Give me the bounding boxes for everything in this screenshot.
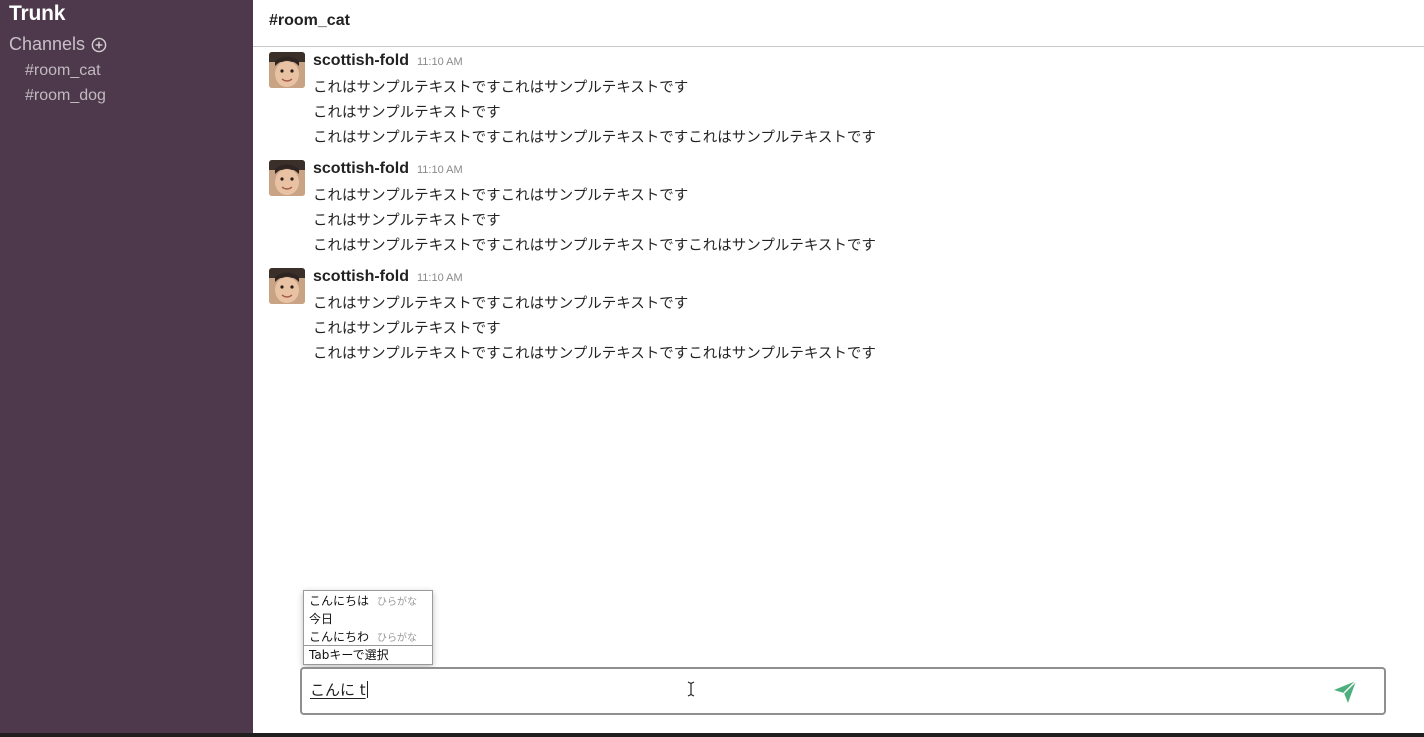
send-button[interactable] — [1332, 679, 1358, 705]
message-input[interactable] — [310, 678, 1320, 704]
ime-candidate[interactable]: こんにちわ ひらがな — [304, 627, 432, 645]
sidebar: Trunk Channels #room_cat #room_dog — [0, 0, 253, 733]
timestamp: 11:10 AM — [417, 56, 463, 68]
message-line: これはサンプルテキストですこれはサンプルテキストです — [313, 80, 689, 96]
message-header: scottish-fold 11:10 AM — [313, 52, 876, 76]
ime-candidate-text: こんにちわ — [309, 629, 370, 644]
timestamp: 11:10 AM — [417, 164, 463, 176]
username[interactable]: scottish-fold — [313, 268, 409, 286]
message-item: scottish-fold 11:10 AM これはサンプルテキストですこれはサ… — [269, 268, 1409, 376]
message-line: これはサンプルテキストです — [313, 321, 501, 337]
message-item: scottish-fold 11:10 AM これはサンプルテキストですこれはサ… — [269, 160, 1409, 268]
sidebar-item-room-dog[interactable]: #room_dog — [25, 86, 106, 111]
channel-list: #room_cat #room_dog — [25, 61, 106, 111]
timestamp: 11:10 AM — [417, 272, 463, 284]
message-composer: こんに t — [300, 667, 1386, 715]
bottom-edge-bar — [0, 733, 1424, 737]
ime-candidate[interactable]: こんにちは ひらがな — [304, 591, 432, 609]
channels-header: Channels — [9, 34, 107, 55]
ime-candidate[interactable]: 今日 — [304, 609, 432, 627]
add-channel-icon[interactable] — [91, 37, 107, 53]
ime-candidate-text: こんにちは — [309, 593, 370, 608]
message-header: scottish-fold 11:10 AM — [313, 160, 876, 184]
message-line: これはサンプルテキストです — [313, 105, 501, 121]
message-line: これはサンプルテキストですこれはサンプルテキストですこれはサンプルテキストです — [313, 130, 876, 146]
text-cursor-icon — [687, 681, 695, 697]
paper-plane-icon — [1334, 680, 1357, 703]
ime-candidate-hint: ひらがな — [377, 596, 418, 608]
team-name[interactable]: Trunk — [9, 2, 65, 26]
sidebar-item-room-cat[interactable]: #room_cat — [25, 61, 106, 86]
username[interactable]: scottish-fold — [313, 52, 409, 70]
message-line: これはサンプルテキストです — [313, 213, 501, 229]
channel-title: #room_cat — [269, 12, 350, 29]
message-body: scottish-fold 11:10 AM これはサンプルテキストですこれはサ… — [313, 268, 876, 367]
message-list: scottish-fold 11:10 AM これはサンプルテキストですこれはサ… — [269, 52, 1409, 376]
ime-candidate-text: 今日 — [309, 611, 334, 626]
ime-candidate-popup: こんにちは ひらがな 今日 こんにちわ ひらがな Tabキーで選択 — [303, 590, 433, 665]
avatar[interactable] — [269, 268, 305, 304]
message-header: scottish-fold 11:10 AM — [313, 268, 876, 292]
ime-footer: Tabキーで選択 — [304, 645, 432, 664]
message-line: これはサンプルテキストですこれはサンプルテキストですこれはサンプルテキストです — [313, 346, 876, 362]
avatar[interactable] — [269, 52, 305, 88]
username[interactable]: scottish-fold — [313, 160, 409, 178]
channels-label: Channels — [9, 34, 86, 54]
channel-header: #room_cat — [253, 0, 1424, 47]
message-body: scottish-fold 11:10 AM これはサンプルテキストですこれはサ… — [313, 160, 876, 259]
message-line: これはサンプルテキストですこれはサンプルテキストです — [313, 188, 689, 204]
message-body: scottish-fold 11:10 AM これはサンプルテキストですこれはサ… — [313, 52, 876, 151]
message-line: これはサンプルテキストですこれはサンプルテキストです — [313, 296, 689, 312]
avatar[interactable] — [269, 160, 305, 196]
ime-candidate-hint: ひらがな — [377, 632, 418, 644]
message-line: これはサンプルテキストですこれはサンプルテキストですこれはサンプルテキストです — [313, 238, 876, 254]
message-item: scottish-fold 11:10 AM これはサンプルテキストですこれはサ… — [269, 52, 1409, 160]
